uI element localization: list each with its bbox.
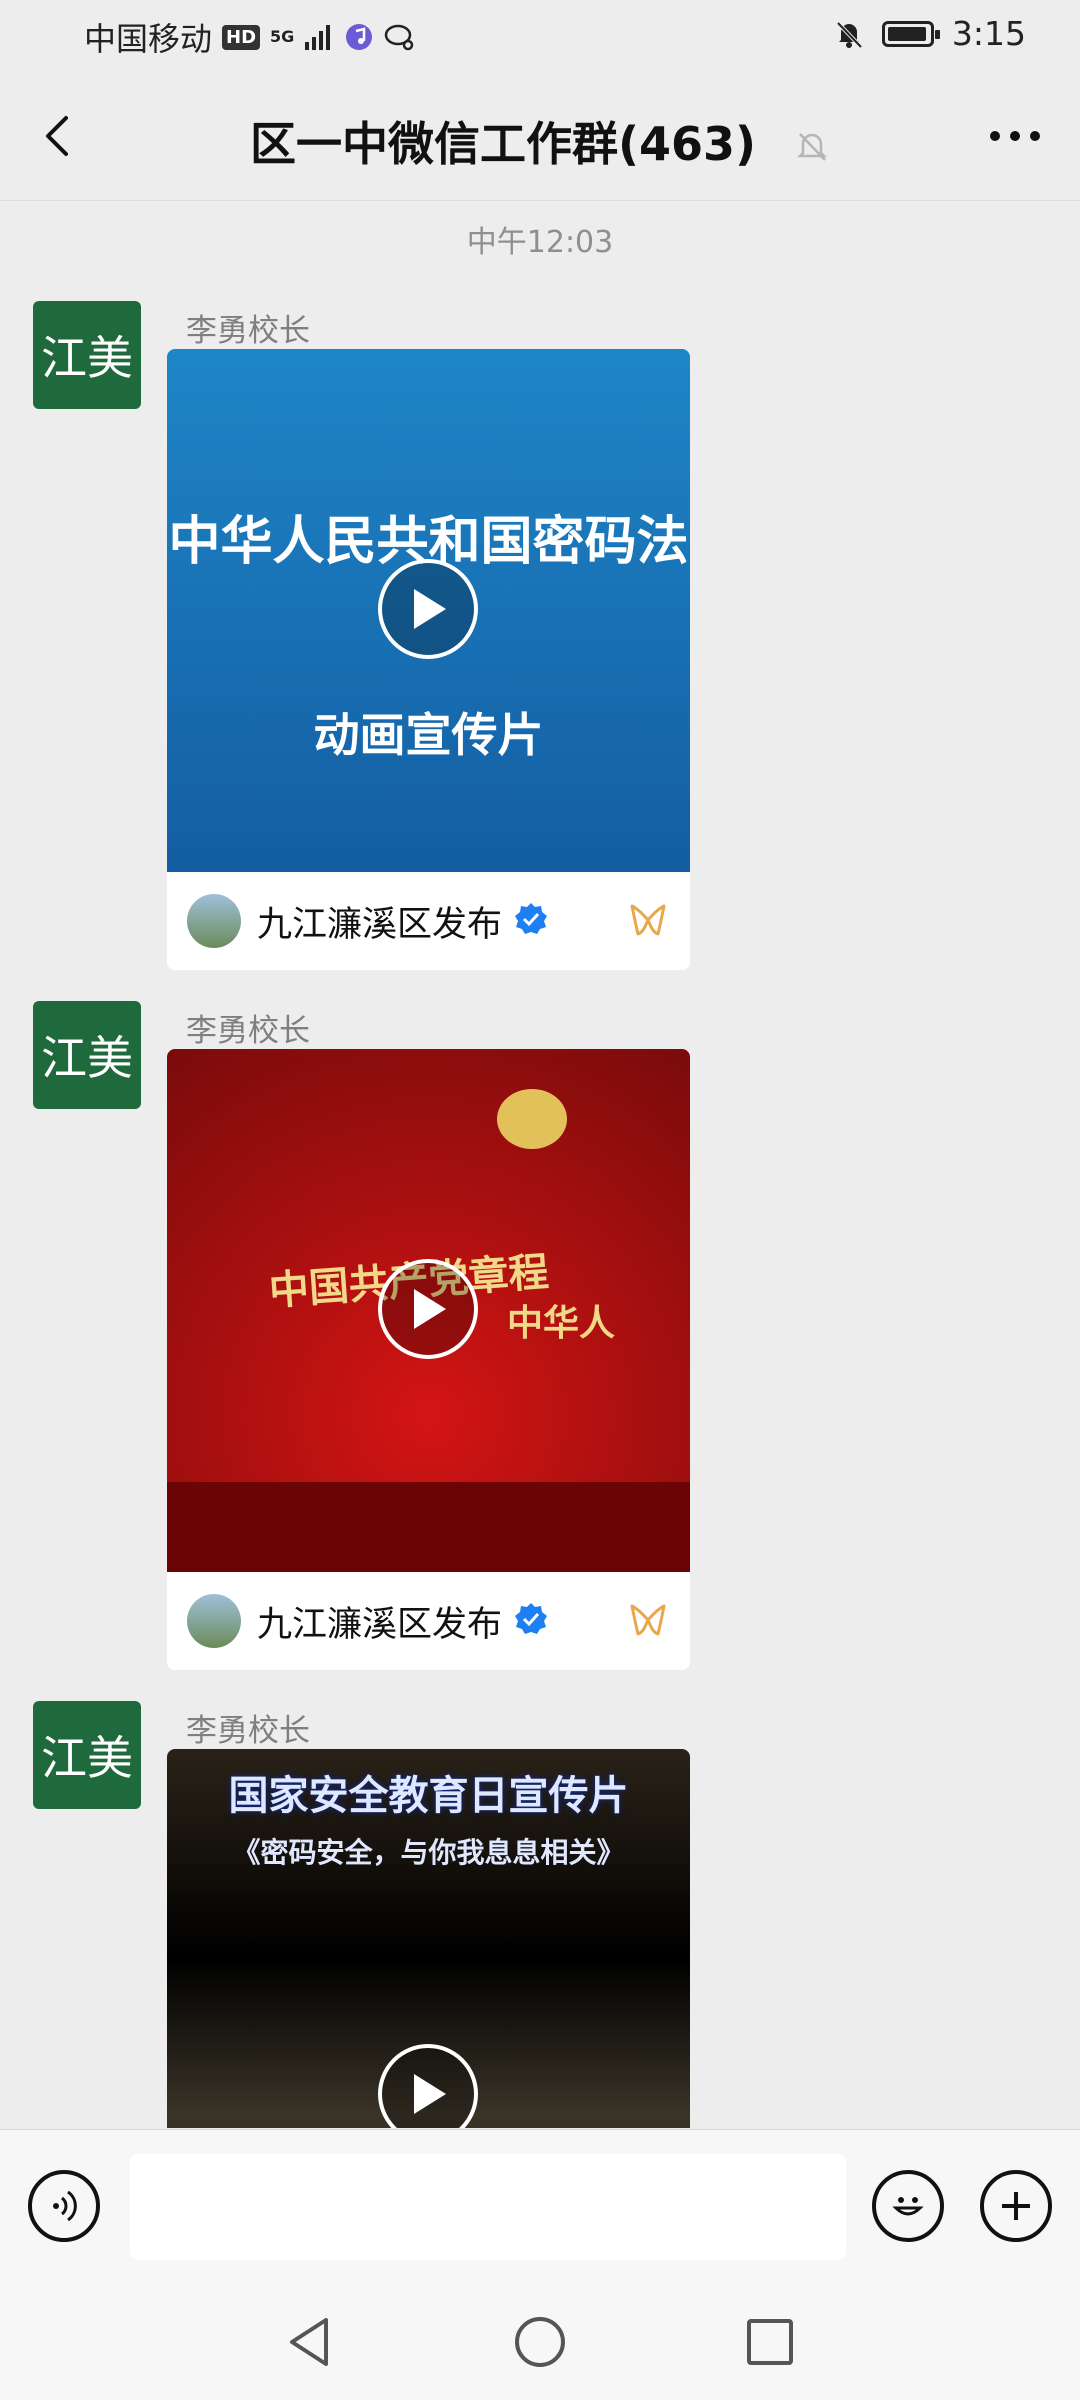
play-icon[interactable] — [378, 2044, 478, 2128]
book-edge — [167, 1482, 690, 1572]
video-card[interactable]: 国家安全教育日宣传片 《密码安全，与你我息息相关》 — [167, 1749, 690, 2128]
chat-header: 区一中微信工作群(463) — [0, 72, 1080, 201]
sender-name: 李勇校长 — [186, 1013, 310, 1049]
triangle-back-icon — [290, 2318, 328, 2366]
source-avatar — [187, 1594, 241, 1648]
message-input[interactable] — [130, 2154, 846, 2260]
chat-notification-icon — [384, 22, 414, 52]
battery-icon — [881, 20, 940, 47]
video-source-bar: 九江濂溪区发布 — [167, 1572, 690, 1670]
chat-messages[interactable]: 中午12:03 江美 李勇校长 中华人民共和国密码法 动画宣传片 九江濂溪区发布 — [0, 201, 1080, 2128]
video-subtitle-text: 《密码安全，与你我息息相关》 — [232, 1836, 625, 1869]
video-card[interactable]: 中国共产党章程 中华人 九江濂溪区发布 — [167, 1049, 690, 1670]
video-thumbnail[interactable]: 国家安全教育日宣传片 《密码安全，与你我息息相关》 — [167, 1749, 690, 2128]
voice-input-button[interactable] — [28, 2170, 100, 2242]
system-navigation-bar — [0, 2280, 1080, 2400]
square-recents-icon — [747, 2319, 793, 2365]
channels-icon — [628, 1602, 668, 1642]
status-bar: 中国移动 HD 5G 3:15 — [0, 0, 1080, 72]
nav-recents-button[interactable] — [742, 2314, 798, 2370]
more-dots-icon — [990, 131, 1040, 141]
circle-home-icon — [515, 2317, 565, 2367]
emoji-icon — [892, 2197, 924, 2216]
carrier-label: 中国移动 — [84, 20, 213, 58]
party-badge-shape — [497, 1089, 567, 1149]
video-title-text: 国家安全教育日宣传片 — [228, 1773, 629, 1819]
nav-back-button[interactable] — [282, 2314, 338, 2370]
channels-icon — [628, 902, 668, 942]
input-bar — [0, 2129, 1080, 2280]
group-name: 区一中微信工作群(463) — [249, 117, 757, 171]
emoji-button[interactable] — [872, 2170, 944, 2242]
muted-bell-icon — [794, 121, 830, 175]
sender-name: 李勇校长 — [186, 313, 310, 349]
mute-bell-icon — [834, 19, 864, 49]
video-subtitle-text: 中华人 — [507, 1303, 616, 1344]
message-timestamp: 中午12:03 — [466, 225, 614, 260]
music-app-icon — [344, 22, 374, 52]
play-icon[interactable] — [378, 1259, 478, 1359]
plus-icon — [1002, 2192, 1030, 2220]
voice-icon — [53, 2190, 77, 2222]
video-subtitle-text: 动画宣传片 — [313, 708, 544, 762]
status-left: 中国移动 HD 5G — [84, 14, 414, 60]
more-functions-button[interactable] — [980, 2170, 1052, 2242]
chat-title: 区一中微信工作群(463) — [0, 108, 1080, 175]
network-type: 5G — [270, 27, 295, 46]
more-options-button[interactable] — [980, 108, 1050, 164]
source-avatar — [187, 894, 241, 948]
video-thumbnail[interactable]: 中国共产党章程 中华人 — [167, 1049, 690, 1572]
verified-badge-icon — [514, 1602, 548, 1640]
status-time: 3:15 — [951, 14, 1026, 53]
play-icon[interactable] — [378, 559, 478, 659]
source-name: 九江濂溪区发布 — [257, 1604, 503, 1645]
verified-badge-icon — [514, 902, 548, 940]
hd-badge: HD — [222, 24, 261, 50]
sender-avatar[interactable]: 江美 — [33, 1001, 141, 1109]
status-right: 3:15 — [834, 14, 1026, 53]
sender-avatar[interactable]: 江美 — [33, 301, 141, 409]
video-source-bar: 九江濂溪区发布 — [167, 872, 690, 970]
sender-avatar[interactable]: 江美 — [33, 1701, 141, 1809]
video-thumbnail[interactable]: 中华人民共和国密码法 动画宣传片 — [167, 349, 690, 872]
nav-home-button[interactable] — [512, 2314, 568, 2370]
source-name: 九江濂溪区发布 — [257, 904, 503, 945]
sender-name: 李勇校长 — [186, 1713, 310, 1749]
signal-icon — [304, 22, 334, 52]
video-card[interactable]: 中华人民共和国密码法 动画宣传片 九江濂溪区发布 — [167, 349, 690, 970]
